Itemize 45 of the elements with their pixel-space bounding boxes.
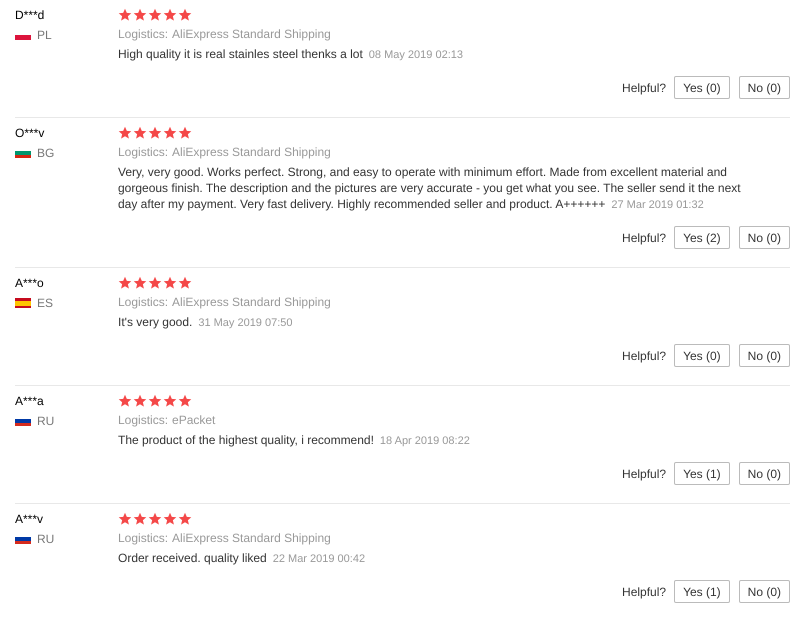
flag-icon <box>15 148 31 158</box>
no-button[interactable]: No (0) <box>738 580 790 603</box>
review-text: Very, very good. Works perfect. Strong, and easy to operate with minimum effort. Made from excellent material and gorgeous finish. The description and the pictures are very accurate - you get what you see. The seller send it the next day after my payment. Very fast delivery. Highly recommended seller and product. A++++++ 27 Mar 2019 01:32 <box>118 164 742 213</box>
logistics-method: AliExpress Standard Shipping <box>172 295 331 309</box>
review-text: Order received. quality liked 22 Mar 2019 00:42 <box>118 550 366 567</box>
logistics-label: Logistics: <box>118 27 168 41</box>
yes-button[interactable]: Yes (0) <box>674 344 730 367</box>
flag-icon <box>15 30 31 40</box>
helpful-label: Helpful? <box>622 584 666 598</box>
logistics-method: AliExpress Standard Shipping <box>172 145 331 159</box>
review-text: It's very good. 31 May 2019 07:50 <box>118 314 293 331</box>
logistics-label: Logistics: <box>118 295 168 309</box>
country-code: PL <box>37 28 52 42</box>
country-code: RU <box>37 414 54 428</box>
no-button[interactable]: No (0) <box>738 462 790 485</box>
helpful-label: Helpful? <box>622 348 666 362</box>
user-name: A***v <box>15 511 44 527</box>
logistics-label: Logistics: <box>118 413 168 427</box>
user-name: A***o <box>15 275 45 291</box>
helpful-label: Helpful? <box>622 466 666 480</box>
yes-button[interactable]: Yes (0) <box>674 76 730 99</box>
user-name: D***d <box>15 7 46 23</box>
flag-icon <box>15 416 31 426</box>
country-code: ES <box>37 296 54 310</box>
review-text: High quality it is real stainles steel thenks a lot 08 May 2019 02:13 <box>118 46 463 63</box>
logistics-method: AliExpress Standard Shipping <box>172 27 331 41</box>
helpful-label: Helpful? <box>622 230 666 244</box>
logistics-label: Logistics: <box>118 145 168 159</box>
no-button[interactable]: No (0) <box>738 226 790 249</box>
review-text: The product of the highest quality, i recommend! 18 Apr 2019 08:22 <box>118 432 470 449</box>
yes-button[interactable]: Yes (1) <box>674 580 730 603</box>
yes-button[interactable]: Yes (2) <box>674 226 730 249</box>
no-button[interactable]: No (0) <box>738 344 790 367</box>
flag-icon <box>15 534 31 544</box>
country-code: RU <box>37 532 54 546</box>
yes-button[interactable]: Yes (1) <box>674 462 730 485</box>
logistics-method: AliExpress Standard Shipping <box>172 531 331 545</box>
no-button[interactable]: No (0) <box>738 76 790 99</box>
user-name: O***v <box>15 125 46 141</box>
country-code: BG <box>37 146 54 160</box>
helpful-label: Helpful? <box>622 80 666 94</box>
flag-icon <box>15 298 31 308</box>
logistics-label: Logistics: <box>118 531 168 545</box>
user-name: A***a <box>15 393 45 409</box>
logistics-method: ePacket <box>172 413 216 427</box>
